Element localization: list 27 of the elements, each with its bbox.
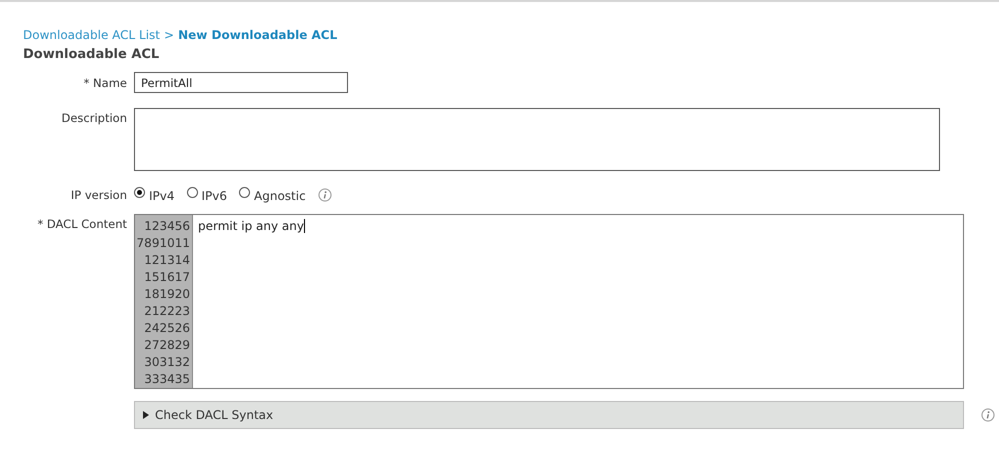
field-label: * DACL Content — [36, 216, 127, 231]
line-number: 303132 — [144, 354, 190, 371]
description-field[interactable] — [134, 108, 940, 171]
radio-option[interactable]: IPv4 — [134, 187, 175, 203]
info-icon[interactable] — [318, 188, 332, 202]
section-heading: Downloadable ACL — [23, 47, 160, 62]
breadcrumb-separator: > — [164, 28, 174, 42]
line-number: 242526 — [144, 320, 190, 337]
code-text[interactable]: permit ip any any — [198, 219, 305, 233]
radio-option[interactable]: Agnostic — [239, 187, 306, 203]
field-label: * Name — [82, 76, 127, 90]
line-number: 212223 — [144, 303, 190, 320]
line-number: 181920 — [144, 286, 190, 303]
line-number: 151617 — [144, 269, 190, 286]
breadcrumb-current: New Downloadable ACL — [178, 28, 338, 42]
line-number: 333435 — [144, 371, 190, 388]
field-label: IP version — [70, 188, 127, 202]
name-field[interactable]: PermitAll — [134, 72, 348, 93]
field-label: Description — [60, 110, 127, 125]
caret-icon — [143, 411, 149, 419]
radio-option[interactable]: IPv6 — [186, 187, 228, 203]
line-number: 272829 — [144, 337, 190, 354]
line-number: 7891011 — [136, 235, 190, 252]
info-icon[interactable] — [981, 408, 995, 422]
line-number: 121314 — [144, 252, 190, 269]
check-syntax-toggle[interactable]: Check DACL Syntax — [134, 401, 964, 429]
line-number: 123456 — [144, 218, 190, 235]
